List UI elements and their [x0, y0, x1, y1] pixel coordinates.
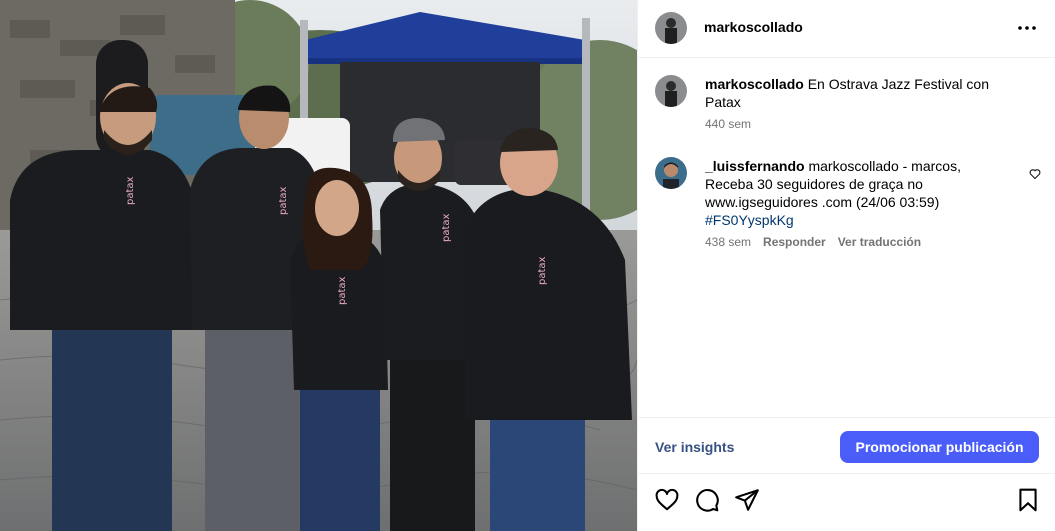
insights-bar: Ver insights Promocionar publicación — [638, 417, 1055, 474]
post-image: patax patax patax patax patax — [0, 0, 637, 531]
like-button[interactable] — [654, 487, 680, 513]
caption-username[interactable]: markoscollado — [705, 76, 804, 92]
reply-button[interactable]: Responder — [763, 235, 826, 249]
comment-time[interactable]: 438 sem — [705, 235, 751, 249]
caption-meta: 440 sem — [705, 117, 1041, 131]
post-side-panel: markoscollado markoscollado En Ostrava J… — [637, 0, 1055, 531]
shirt-logo: patax — [337, 276, 348, 305]
author-username[interactable]: markoscollado — [704, 19, 803, 35]
comment-meta: 438 sem Responder Ver traducción — [705, 235, 1041, 249]
post-caption: markoscollado En Ostrava Jazz Festival c… — [655, 75, 1041, 131]
post-photo[interactable]: patax patax patax patax patax — [0, 0, 637, 531]
caption-text: markoscollado En Ostrava Jazz Festival c… — [705, 75, 995, 111]
caption-time[interactable]: 440 sem — [705, 117, 751, 131]
caption-author-avatar[interactable] — [655, 75, 687, 107]
likers-avatars[interactable] — [655, 525, 695, 531]
comment-like-button[interactable] — [1029, 167, 1041, 180]
see-translation-button[interactable]: Ver traducción — [838, 235, 921, 249]
comments-section: markoscollado En Ostrava Jazz Festival c… — [638, 59, 1055, 417]
more-options-button[interactable] — [1017, 18, 1037, 38]
post-header: markoscollado — [638, 0, 1055, 58]
shirt-logo: patax — [537, 256, 548, 285]
view-insights-link[interactable]: Ver insights — [655, 439, 734, 455]
comment-hashtag[interactable]: #FS0YyspkKg — [705, 212, 794, 228]
heart-icon — [1029, 169, 1041, 180]
comment-username[interactable]: _luissfernando — [705, 158, 805, 174]
more-horizontal-icon — [1018, 26, 1036, 30]
comment-item: _luissfernando markoscollado - marcos, R… — [655, 157, 1041, 249]
promote-post-button[interactable]: Promocionar publicación — [840, 431, 1039, 463]
comment-text: _luissfernando markoscollado - marcos, R… — [705, 157, 995, 229]
comment-icon — [696, 489, 719, 512]
send-icon — [735, 489, 759, 511]
bookmark-icon — [1019, 488, 1037, 512]
comment-button[interactable] — [694, 487, 720, 513]
shirt-logo: patax — [278, 186, 289, 215]
heart-icon — [655, 488, 679, 511]
shirt-logo: patax — [125, 176, 136, 205]
save-button[interactable] — [1015, 487, 1041, 513]
commenter-avatar[interactable] — [655, 157, 687, 189]
post-actions — [638, 487, 1055, 517]
shirt-logo: patax — [441, 213, 452, 242]
author-avatar[interactable] — [655, 12, 687, 44]
share-button[interactable] — [734, 487, 760, 513]
